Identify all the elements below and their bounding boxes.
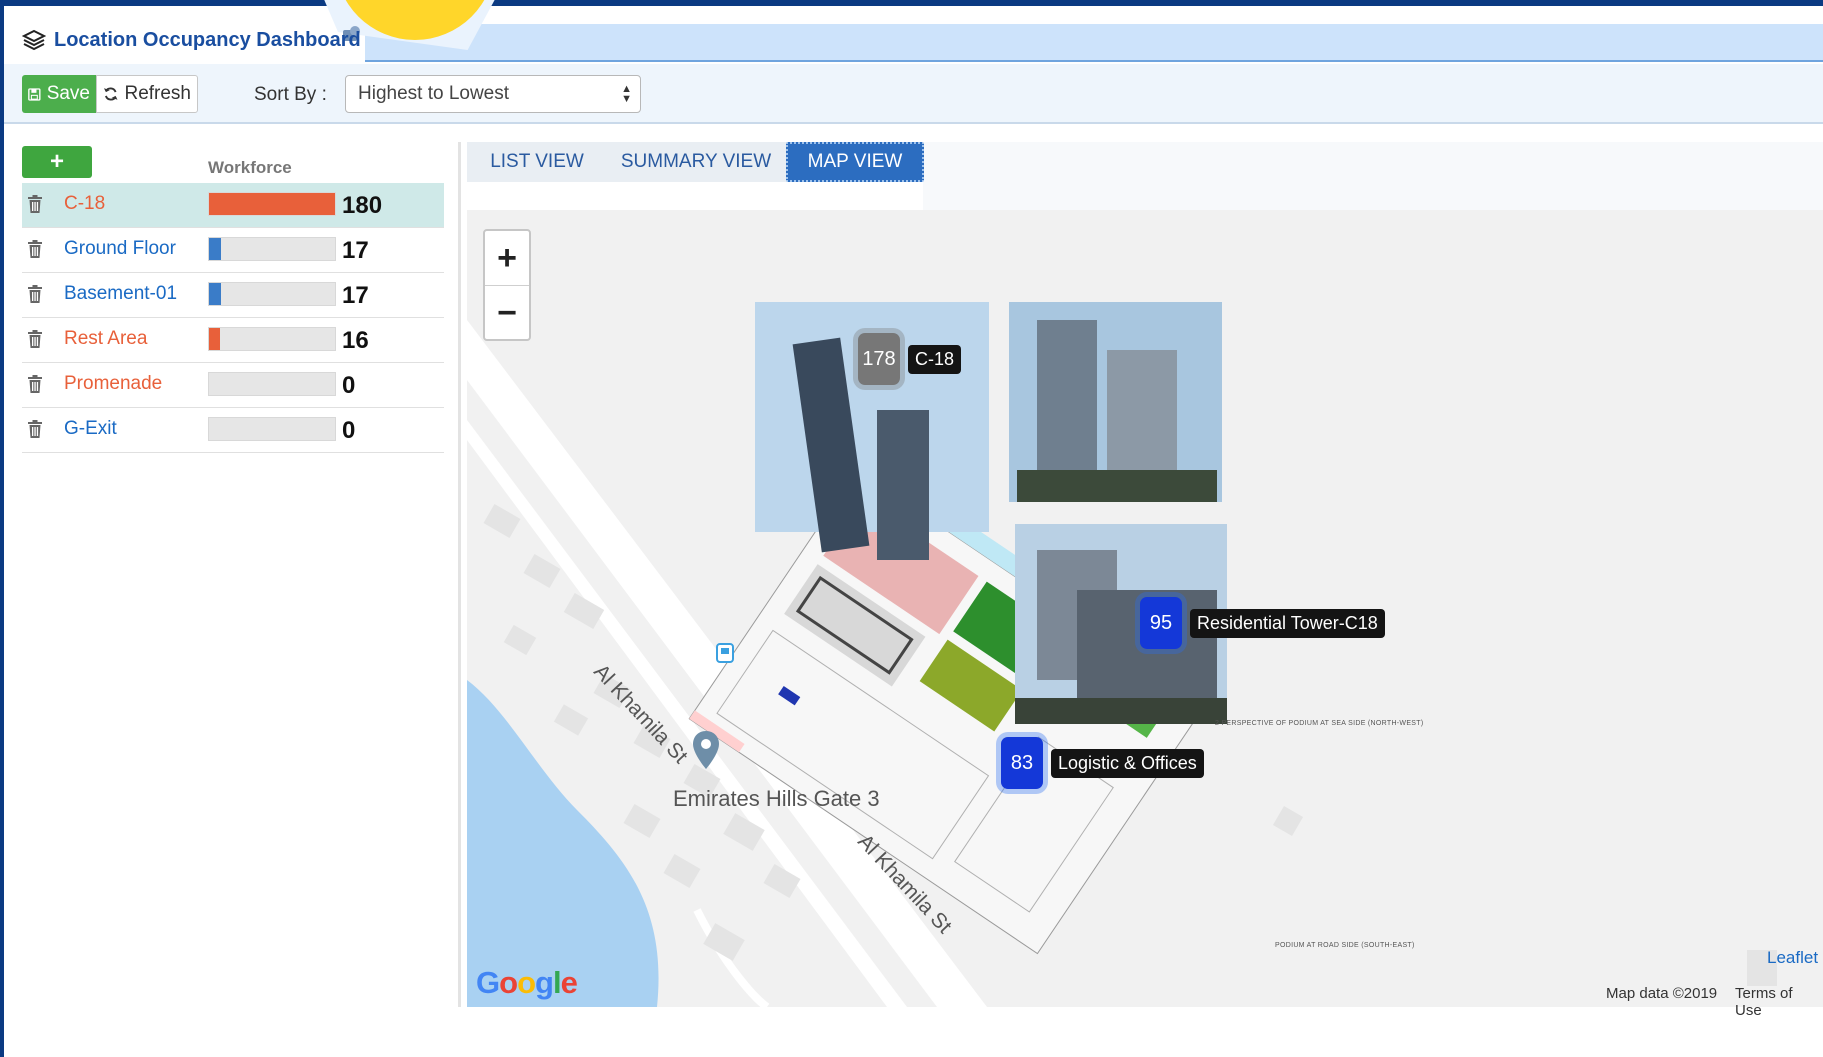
trash-icon[interactable] (28, 285, 42, 303)
workforce-bar (208, 327, 336, 351)
google-logo-letter: g (535, 965, 554, 1000)
workforce-bar-fill (209, 328, 221, 350)
google-logo-letter: o (517, 965, 536, 1000)
sort-label: Sort By : (254, 84, 327, 105)
workforce-count: 180 (342, 192, 383, 219)
location-row[interactable]: Basement-01 17 (22, 273, 444, 318)
google-logo-letter: e (560, 965, 578, 1000)
refresh-icon (103, 87, 118, 101)
zoom-control: + − (483, 229, 531, 341)
top-stripe (0, 0, 1823, 6)
location-row[interactable]: C-18 180 (22, 183, 444, 228)
trash-icon[interactable] (28, 375, 42, 393)
refresh-button[interactable]: Refresh (96, 75, 198, 113)
marker-label: Logistic & Offices (1051, 748, 1204, 778)
google-logo-letter: G (476, 965, 500, 1000)
layers-icon (22, 29, 46, 51)
zoom-in-button[interactable]: + (485, 231, 529, 286)
workforce-header: Workforce (208, 158, 292, 177)
location-row[interactable]: Ground Floor 17 (22, 228, 444, 273)
zoom-out-button[interactable]: − (485, 286, 529, 340)
location-pin-icon[interactable] (692, 730, 720, 770)
workforce-bar (208, 372, 336, 396)
trash-icon[interactable] (28, 330, 42, 348)
workforce-count: 16 (342, 327, 369, 354)
leaflet-link[interactable]: Leaflet (1767, 948, 1818, 968)
tab-map-view[interactable]: MAP VIEW (786, 142, 924, 182)
refresh-button-label: Refresh (124, 83, 191, 104)
map-marker-logistic-offices[interactable]: 83 Logistic & Offices (1001, 737, 1204, 789)
location-row[interactable]: G-Exit 0 (22, 408, 444, 453)
render-caption-lower: PODIUM AT ROAD SIDE (SOUTH-EAST) (1275, 942, 1415, 949)
workforce-count: 17 (342, 282, 369, 309)
location-name[interactable]: Ground Floor (64, 238, 176, 260)
location-name[interactable]: C-18 (64, 193, 105, 215)
marker-label: Residential Tower-C18 (1190, 608, 1385, 638)
render-caption-upper: 2 PERSPECTIVE OF PODIUM AT SEA SIDE (NOR… (1215, 720, 1424, 727)
save-button[interactable]: Save (22, 75, 96, 113)
trash-icon[interactable] (28, 240, 42, 258)
location-name[interactable]: Rest Area (64, 328, 147, 350)
location-row[interactable]: Rest Area 16 (22, 318, 444, 363)
terms-of-use-link[interactable]: Terms of Use (1735, 985, 1823, 1019)
location-list: C-18 180 Ground Floor 17 Basement-01 17 Rest A… (22, 183, 444, 453)
map-marker-c18[interactable]: 178 C-18 (858, 333, 962, 385)
location-name[interactable]: G-Exit (64, 418, 117, 440)
workforce-count: 17 (342, 237, 369, 264)
select-arrows-icon: ▲ ▼ (621, 83, 632, 105)
marker-count: 95 (1140, 597, 1182, 649)
workforce-bar (208, 282, 336, 306)
marker-count: 83 (1001, 737, 1043, 789)
workforce-bar (208, 417, 336, 441)
location-row[interactable]: Promenade 0 (22, 363, 444, 408)
save-button-label: Save (46, 83, 90, 104)
google-logo: Google (476, 965, 578, 1001)
marker-label: C-18 (908, 344, 962, 374)
tab-list-view[interactable]: LIST VIEW (472, 142, 602, 182)
marker-count: 178 (858, 333, 900, 385)
tab-summary-view[interactable]: SUMMARY VIEW (612, 142, 780, 182)
add-location-button[interactable]: + (22, 146, 92, 178)
location-name[interactable]: Promenade (64, 373, 162, 395)
left-stripe (0, 0, 4, 1057)
bus-stop-icon[interactable] (716, 643, 734, 663)
trash-icon[interactable] (28, 420, 42, 438)
workforce-bar-fill (209, 283, 221, 305)
floppy-icon (28, 87, 41, 101)
location-name[interactable]: Basement-01 (64, 283, 177, 305)
panel-divider (458, 142, 461, 1007)
sort-select[interactable]: Highest to Lowest ▲ ▼ (345, 75, 641, 113)
map-marker-residential-tower[interactable]: 95 Residential Tower-C18 (1140, 597, 1385, 649)
sort-select-value: Highest to Lowest (358, 83, 510, 104)
workforce-bar-fill (209, 238, 221, 260)
google-logo-letter: o (499, 965, 518, 1000)
title-band (365, 24, 1823, 62)
workforce-count: 0 (342, 417, 356, 444)
workforce-bar (208, 192, 336, 216)
poi-label: Emirates Hills Gate 3 (673, 786, 880, 811)
map-data-attribution: Map data ©2019 (1606, 985, 1718, 1002)
app-title: Location Occupancy Dashboard (22, 22, 361, 58)
workforce-bar (208, 237, 336, 261)
google-logo-letter: l (552, 965, 562, 1000)
workforce-count: 0 (342, 372, 356, 399)
workforce-bar-fill (209, 193, 335, 215)
tab-bar-spacer (923, 142, 1823, 210)
page-title: Location Occupancy Dashboard (54, 28, 361, 51)
trash-icon[interactable] (28, 195, 42, 213)
